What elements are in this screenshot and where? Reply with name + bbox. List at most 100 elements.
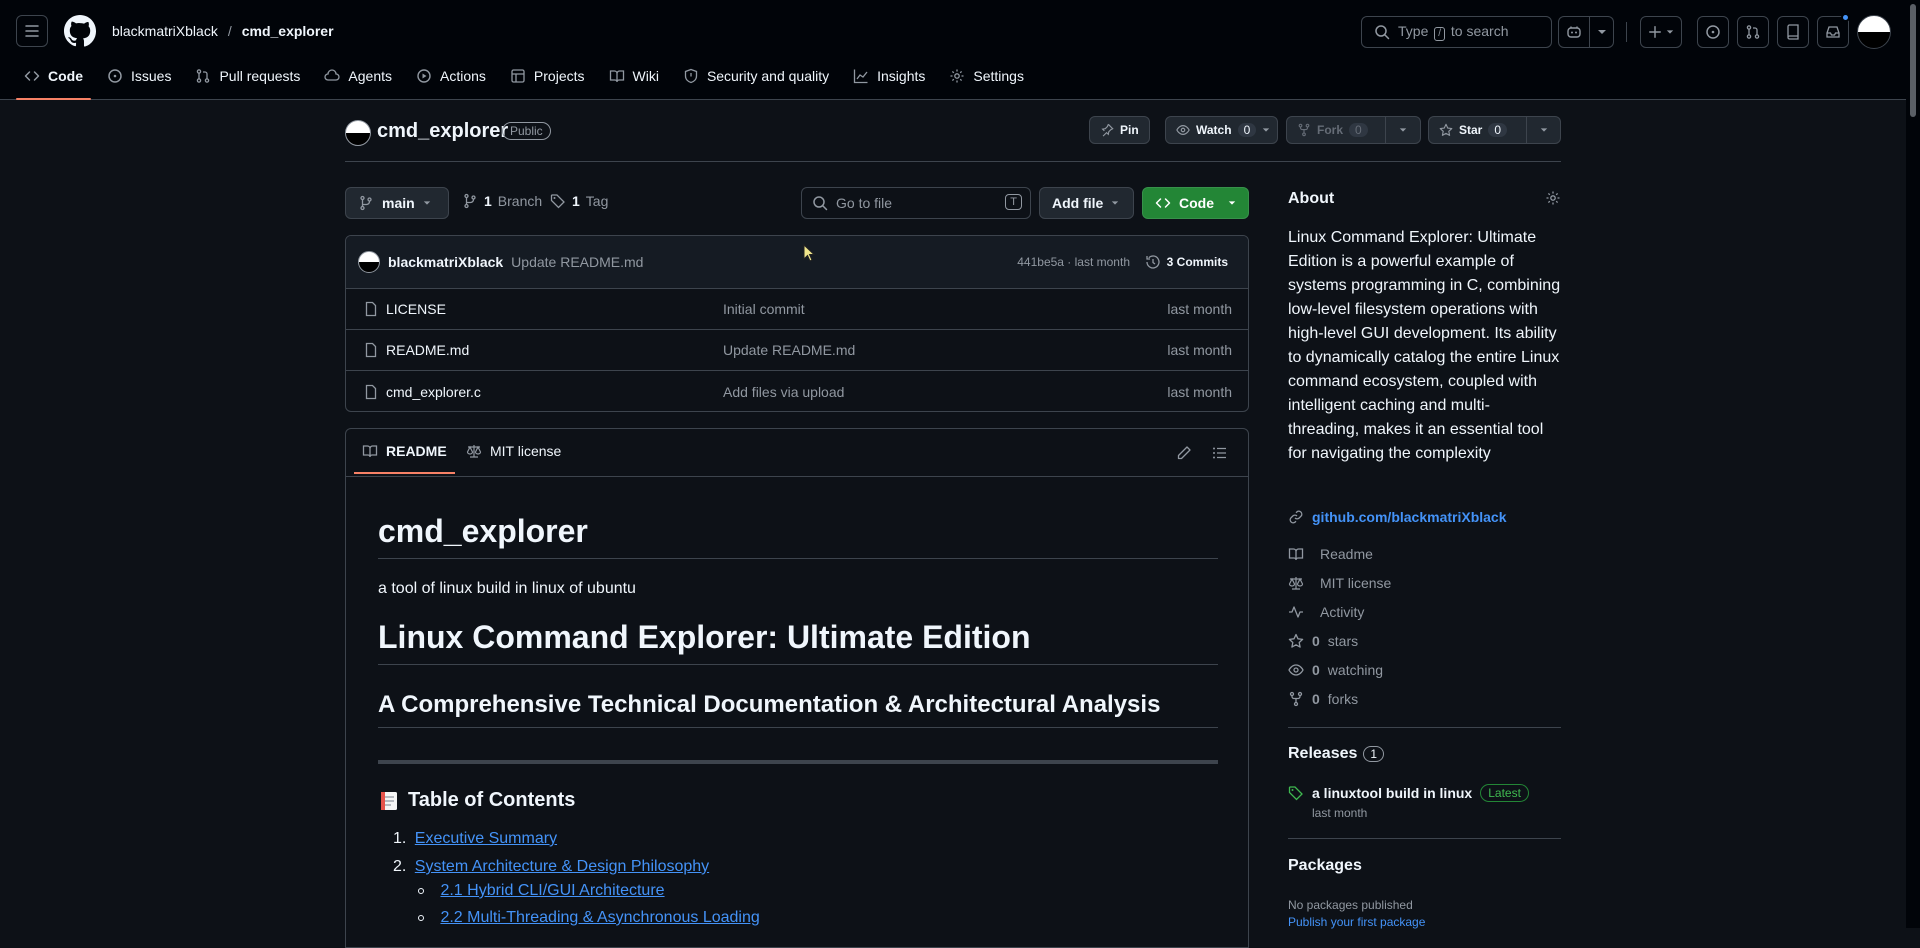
file-name[interactable]: cmd_explorer.c (386, 384, 481, 400)
tab-settings[interactable]: Settings (941, 60, 1032, 92)
file-name[interactable]: LICENSE (386, 301, 446, 317)
issues-shortcut-button[interactable] (1697, 16, 1729, 48)
tab-insights[interactable]: Insights (845, 60, 933, 92)
create-new-button[interactable] (1640, 16, 1682, 48)
packages-title[interactable]: Packages (1288, 857, 1362, 875)
readme-subheading: A Comprehensive Technical Documentation … (378, 691, 1218, 728)
fork-dropdown-button[interactable] (1385, 116, 1421, 144)
pencil-icon[interactable] (1176, 445, 1192, 461)
tag-icon (1288, 785, 1304, 801)
github-logo-icon[interactable] (64, 15, 96, 47)
pulls-shortcut-button[interactable] (1737, 16, 1769, 48)
watch-count: 0 (1237, 123, 1257, 137)
file-date: last month (1167, 301, 1232, 317)
tab-issues[interactable]: Issues (99, 60, 179, 92)
branch-count: 1 (484, 193, 492, 209)
star-icon (1288, 633, 1304, 649)
breadcrumb-repo[interactable]: cmd_explorer (242, 23, 334, 39)
star-icon (1439, 123, 1453, 137)
fork-button[interactable]: Fork 0 (1286, 116, 1386, 144)
repo-title[interactable]: cmd_explorer (377, 120, 508, 143)
tag-label: Tag (585, 193, 609, 209)
triangle-down-icon (1262, 126, 1270, 134)
tab-actions[interactable]: Actions (408, 60, 494, 92)
releases-heading[interactable]: Releases 1 (1288, 745, 1385, 763)
search-icon (812, 195, 828, 211)
branches-link[interactable]: 1 Branch (462, 193, 542, 209)
release-item[interactable]: a linuxtool build in linux Latest (1288, 784, 1529, 802)
pin-button[interactable]: Pin (1089, 116, 1150, 144)
tab-license-label: MIT license (490, 443, 562, 459)
history-icon (1145, 254, 1161, 270)
about-watching-link[interactable]: 0 watching (1288, 662, 1383, 678)
book-icon (362, 443, 378, 459)
search-input[interactable]: Type / to search (1361, 16, 1552, 48)
copilot-button[interactable] (1558, 16, 1590, 48)
about-website-link[interactable]: github.com/blackmatriXblack (1288, 509, 1507, 525)
commit-author-avatar[interactable] (358, 251, 380, 273)
about-license-link[interactable]: MIT license (1288, 575, 1391, 591)
tab-agents[interactable]: Agents (316, 60, 400, 92)
add-file-button[interactable]: Add file (1039, 187, 1134, 219)
about-stars-link[interactable]: 0 stars (1288, 633, 1358, 649)
breadcrumb-owner[interactable]: blackmatriXblack (112, 23, 218, 39)
commits-link[interactable]: 3 Commits (1145, 254, 1228, 270)
file-commit-message[interactable]: Add files via upload (723, 384, 844, 400)
repos-shortcut-button[interactable] (1777, 16, 1809, 48)
repo-icon (1785, 24, 1801, 40)
user-avatar[interactable] (1857, 15, 1891, 49)
toc-sublink[interactable]: 2.2 Multi-Threading & Asynchronous Loadi… (440, 909, 759, 926)
triangle-down-icon (1111, 199, 1119, 207)
go-to-file-input[interactable]: Go to file T (801, 187, 1031, 219)
tab-pull-requests[interactable]: Pull requests (187, 60, 308, 92)
tab-code[interactable]: Code (16, 60, 91, 100)
code-button[interactable]: Code (1142, 187, 1249, 219)
page-scrollbar[interactable] (1906, 0, 1920, 928)
top-bar: blackmatriXblack / cmd_explorer Type / t… (0, 0, 1920, 100)
tags-link[interactable]: 1 Tag (550, 193, 608, 209)
copilot-dropdown-button[interactable] (1590, 16, 1614, 48)
branch-selector[interactable]: main (345, 187, 449, 219)
toc-sublink[interactable]: 2.1 Hybrid CLI/GUI Architecture (440, 882, 664, 899)
star-button[interactable]: Star 0 (1428, 116, 1527, 144)
release-name: a linuxtool build in linux (1312, 785, 1473, 801)
file-commit-message[interactable]: Update README.md (723, 342, 855, 358)
search-icon (1374, 24, 1390, 40)
gear-icon[interactable] (1545, 190, 1561, 206)
about-forks-link[interactable]: 0 forks (1288, 691, 1358, 707)
tab-license[interactable]: MIT license (466, 443, 561, 459)
file-row[interactable]: LICENSE Initial commit last month (346, 289, 1248, 330)
commit-author[interactable]: blackmatriXblack (388, 254, 503, 270)
go-to-file-shortcut: T (1005, 194, 1022, 210)
toc-link[interactable]: System Architecture & Design Philosophy (415, 858, 709, 875)
about-activity-link[interactable]: Activity (1288, 604, 1364, 620)
toc-link[interactable]: Executive Summary (415, 830, 557, 847)
plus-icon (1648, 25, 1662, 39)
menu-button[interactable] (16, 15, 48, 47)
readme-panel: README MIT license cmd_explorer a tool o… (345, 428, 1249, 948)
publish-package-link[interactable]: Publish your first package (1288, 915, 1425, 929)
file-commit-message[interactable]: Initial commit (723, 301, 805, 317)
file-name[interactable]: README.md (386, 342, 469, 358)
watch-button[interactable]: Watch 0 (1165, 116, 1278, 144)
tab-wiki[interactable]: Wiki (601, 60, 667, 92)
gear-icon (949, 68, 965, 84)
tab-projects[interactable]: Projects (502, 60, 593, 92)
tab-readme[interactable]: README (354, 443, 455, 474)
file-row[interactable]: README.md Update README.md last month (346, 330, 1248, 371)
about-item-label: watching (1327, 662, 1384, 678)
releases-count: 1 (1363, 746, 1385, 762)
tab-agents-label: Agents (348, 68, 392, 84)
commit-message[interactable]: Update README.md (511, 254, 643, 270)
issue-icon (107, 68, 123, 84)
fork-icon (1288, 691, 1304, 707)
search-placeholder: Type / to search (1398, 23, 1509, 41)
tab-security[interactable]: Security and quality (675, 60, 837, 92)
file-row[interactable]: cmd_explorer.c Add files via upload last… (346, 371, 1248, 411)
about-description: Linux Command Explorer: Ultimate Edition… (1288, 229, 1561, 462)
commit-hash-time[interactable]: 441be5a · last month (1017, 255, 1130, 269)
list-unordered-icon[interactable] (1212, 445, 1228, 461)
star-dropdown-button[interactable] (1526, 116, 1561, 144)
about-readme-link[interactable]: Readme (1288, 546, 1373, 562)
scrollbar-thumb[interactable] (1910, 4, 1916, 117)
